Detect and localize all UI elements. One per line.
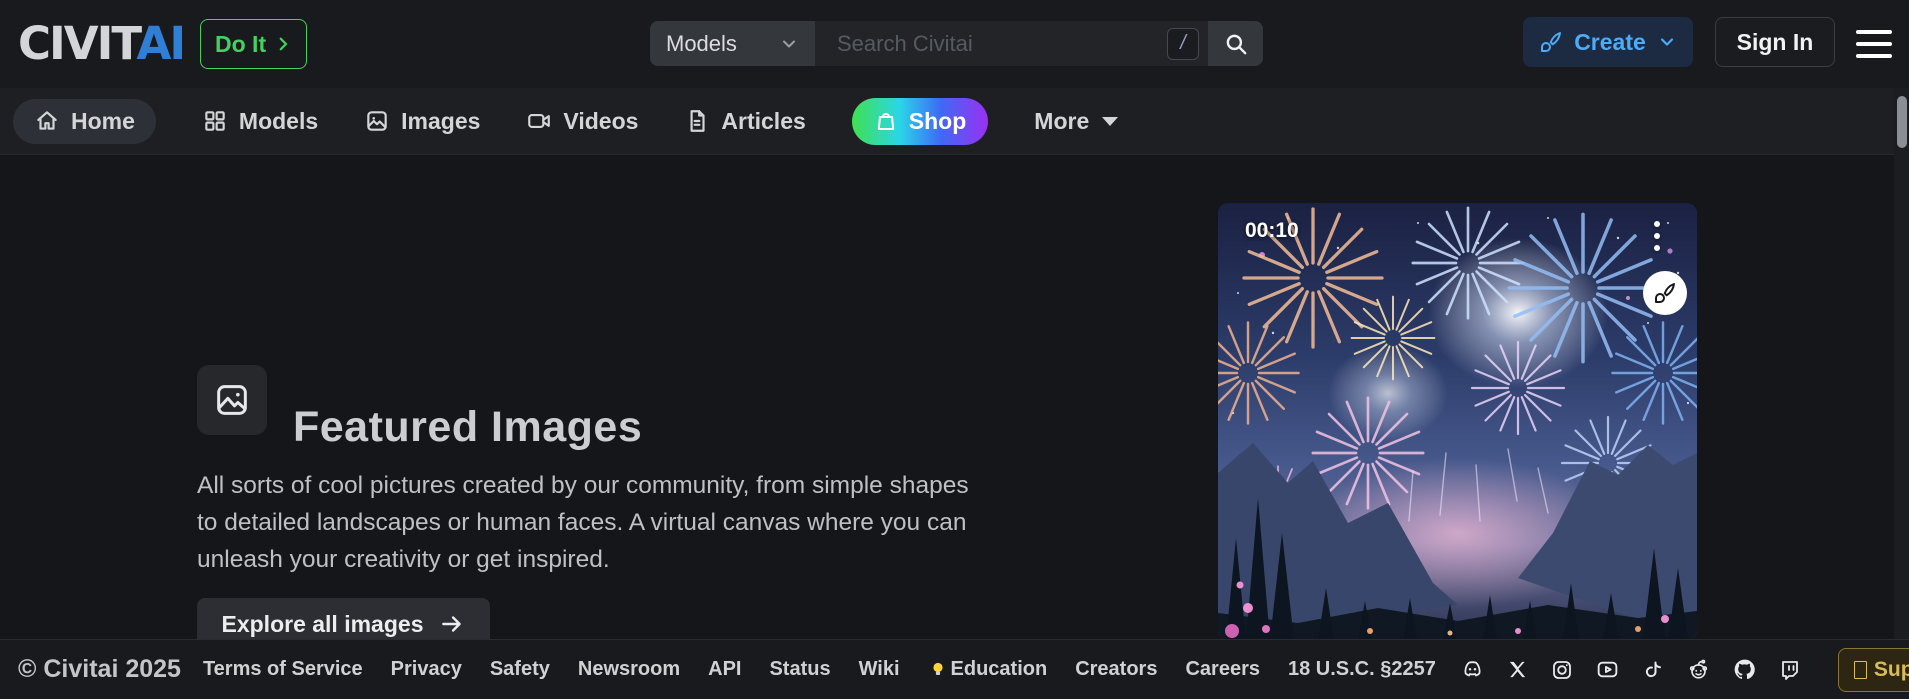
youtube-icon[interactable] bbox=[1595, 657, 1620, 682]
article-icon bbox=[684, 108, 710, 134]
nav-item-images[interactable]: Images bbox=[364, 108, 480, 135]
search-category-value: Models bbox=[666, 31, 737, 57]
nav-label: Videos bbox=[563, 108, 638, 135]
sign-in-button[interactable]: Sign In bbox=[1715, 17, 1835, 67]
civitai-logo[interactable]: CIVITAI bbox=[18, 20, 184, 68]
main-nav: Home Models Images Videos Articles Shop … bbox=[0, 88, 1909, 155]
search-input-wrap: / bbox=[815, 21, 1208, 66]
search-category-select[interactable]: Models bbox=[650, 21, 815, 66]
nav-label: Articles bbox=[721, 108, 805, 135]
footer-link-terms[interactable]: Terms of Service bbox=[203, 658, 363, 681]
footer-link-careers[interactable]: Careers bbox=[1185, 658, 1260, 681]
discord-icon[interactable] bbox=[1460, 657, 1485, 682]
video-icon bbox=[526, 108, 552, 134]
scrollbar-thumb[interactable] bbox=[1897, 96, 1907, 148]
nav-label: Models bbox=[239, 108, 318, 135]
nav-label: Images bbox=[401, 108, 480, 135]
chevron-down-icon bbox=[779, 34, 799, 54]
search-input[interactable] bbox=[815, 31, 1167, 57]
scrollbar-track[interactable] bbox=[1894, 88, 1909, 639]
shopping-bag-icon bbox=[874, 109, 898, 133]
logo-ai: AI bbox=[137, 17, 185, 70]
explore-label: Explore all images bbox=[222, 611, 424, 638]
x-icon[interactable] bbox=[1506, 658, 1529, 681]
nav-label: Shop bbox=[909, 108, 967, 135]
fireworks-video-thumbnail bbox=[1218, 203, 1697, 640]
do-it-label: Do It bbox=[215, 31, 266, 58]
footer-links: Terms of Service Privacy Safety Newsroom… bbox=[203, 658, 1436, 681]
footer-link-education[interactable]: Education bbox=[928, 658, 1048, 681]
hamburger-menu-icon[interactable] bbox=[1856, 30, 1892, 58]
tiktok-icon[interactable] bbox=[1641, 658, 1665, 682]
do-it-button[interactable]: Do It bbox=[200, 19, 307, 69]
section-description: All sorts of cool pictures created by ou… bbox=[197, 467, 969, 578]
logo-civit: CIVIT bbox=[18, 17, 137, 70]
support-label: Support bbox=[1874, 658, 1909, 682]
kebab-menu-icon[interactable] bbox=[1647, 217, 1667, 255]
reddit-icon[interactable] bbox=[1686, 657, 1711, 682]
keyboard-shortcut-badge: / bbox=[1167, 28, 1199, 60]
search-bar: Models / bbox=[650, 21, 1263, 66]
chevron-down-icon bbox=[1657, 32, 1677, 52]
caret-down-icon bbox=[1102, 117, 1118, 126]
description-line: All sorts of cool pictures created by ou… bbox=[197, 467, 969, 504]
instagram-icon[interactable] bbox=[1550, 658, 1574, 682]
description-line: unleash your creativity or get inspired. bbox=[197, 541, 969, 578]
footer-link-status[interactable]: Status bbox=[769, 658, 830, 681]
create-button[interactable]: Create bbox=[1523, 17, 1693, 67]
social-links bbox=[1460, 657, 1802, 682]
nav-item-more[interactable]: More bbox=[1034, 108, 1118, 135]
chevron-right-icon bbox=[274, 35, 292, 53]
footer-link-newsroom[interactable]: Newsroom bbox=[578, 658, 680, 681]
home-icon bbox=[34, 108, 60, 134]
photo-icon bbox=[212, 380, 252, 420]
footer-link-privacy[interactable]: Privacy bbox=[391, 658, 462, 681]
photo-icon bbox=[364, 108, 390, 134]
search-icon bbox=[1223, 31, 1249, 57]
footer: © Civitai 2025 Terms of Service Privacy … bbox=[0, 639, 1909, 699]
missing-glyph-icon bbox=[1854, 661, 1867, 679]
lightbulb-icon bbox=[928, 660, 948, 680]
footer-link-creators[interactable]: Creators bbox=[1075, 658, 1157, 681]
footer-link-wiki[interactable]: Wiki bbox=[859, 658, 900, 681]
brush-icon bbox=[1653, 281, 1677, 305]
shortcut-key: / bbox=[1180, 32, 1186, 55]
remix-brush-button[interactable] bbox=[1643, 271, 1687, 315]
support-button[interactable]: Support bbox=[1838, 648, 1909, 692]
nav-label: More bbox=[1034, 108, 1089, 135]
usc-2257-text: 18 U.S.C. §2257 bbox=[1288, 658, 1436, 681]
featured-image-card[interactable]: 00:10 bbox=[1218, 203, 1697, 640]
twitch-icon[interactable] bbox=[1778, 658, 1802, 682]
create-label: Create bbox=[1574, 29, 1646, 56]
nav-label: Home bbox=[71, 108, 135, 135]
video-duration-badge: 00:10 bbox=[1245, 219, 1299, 243]
arrow-right-icon bbox=[439, 611, 465, 637]
page-title: Featured Images bbox=[293, 403, 642, 452]
nav-item-shop[interactable]: Shop bbox=[852, 98, 989, 145]
nav-item-videos[interactable]: Videos bbox=[526, 108, 638, 135]
nav-item-home[interactable]: Home bbox=[13, 99, 156, 144]
footer-link-safety[interactable]: Safety bbox=[490, 658, 550, 681]
sign-in-label: Sign In bbox=[1737, 29, 1814, 55]
footer-link-api[interactable]: API bbox=[708, 658, 741, 681]
header: CIVITAI Do It Models / Create Sign In bbox=[0, 0, 1909, 88]
nav-item-models[interactable]: Models bbox=[202, 108, 318, 135]
featured-section-icon-box bbox=[197, 365, 267, 435]
github-icon[interactable] bbox=[1732, 657, 1757, 682]
grid-icon bbox=[202, 108, 228, 134]
description-line: to detailed landscapes or human faces. A… bbox=[197, 504, 969, 541]
nav-item-articles[interactable]: Articles bbox=[684, 108, 805, 135]
copyright-text: © Civitai 2025 bbox=[18, 655, 181, 684]
brush-icon bbox=[1539, 30, 1563, 54]
search-button[interactable] bbox=[1208, 21, 1263, 66]
